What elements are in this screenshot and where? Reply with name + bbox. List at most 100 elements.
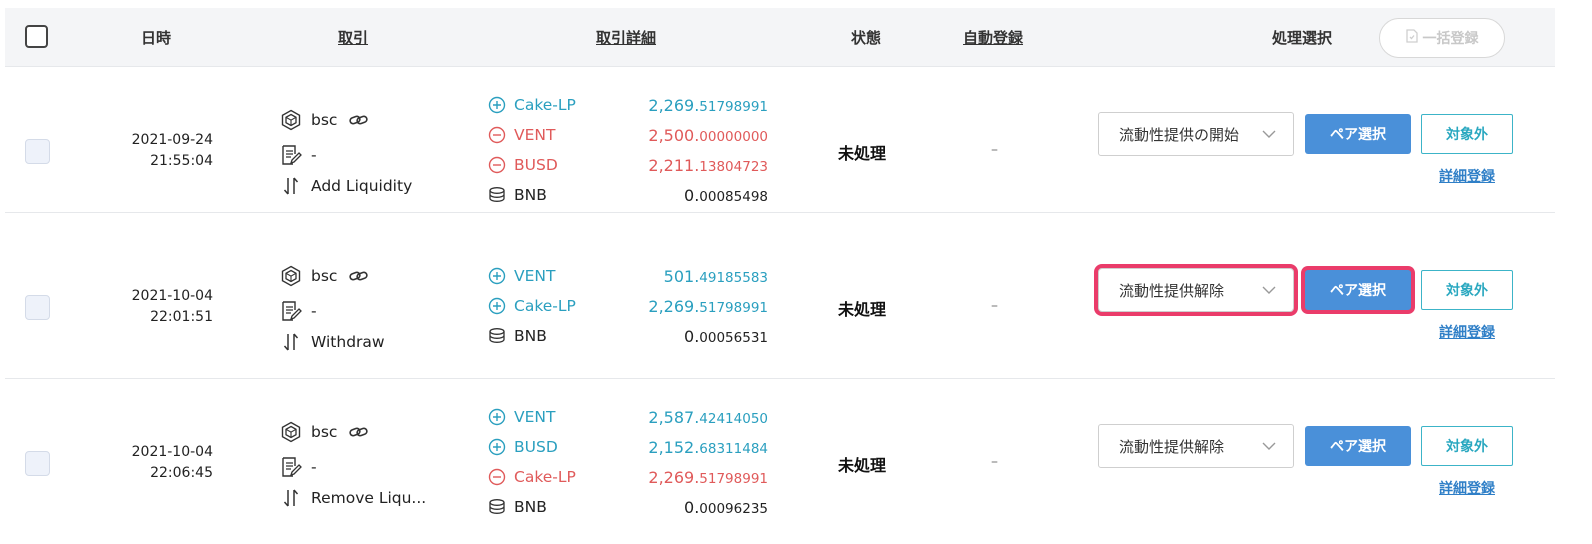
plus-circle-icon <box>488 96 506 114</box>
process-select-dropdown[interactable]: 流動性提供解除 <box>1098 268 1294 312</box>
row-checkbox[interactable] <box>25 139 50 164</box>
detail-amount: 2,269.51798991 <box>648 467 768 487</box>
detail-amount: 501.49185583 <box>663 266 768 286</box>
tx-memo-line: - <box>280 299 317 323</box>
detail-token: Cake-LP <box>514 468 576 486</box>
exclude-button[interactable]: 対象外 <box>1421 270 1513 310</box>
detail-line: Cake-LP 2,269.51798991 <box>488 93 768 117</box>
auto-register-value: – <box>991 142 998 158</box>
coins-stack-icon <box>488 498 506 516</box>
exclude-button[interactable]: 対象外 <box>1421 114 1513 154</box>
row-date: 2021-10-04 <box>131 288 213 304</box>
coins-stack-icon <box>488 327 506 345</box>
header-transaction-sort[interactable]: 取引 <box>338 27 368 48</box>
minus-circle-icon <box>488 126 506 144</box>
detail-amount: 2,500.00000000 <box>648 125 768 145</box>
hexagon-chain-icon <box>280 265 302 287</box>
detail-register-link[interactable]: 詳細登録 <box>1439 478 1495 498</box>
table-header: 日時 取引 取引詳細 状態 自動登録 処理選択 一括登録 <box>5 8 1555 67</box>
pair-select-button[interactable]: ペア選択 <box>1305 114 1411 154</box>
memo-edit-icon <box>280 300 302 322</box>
table-row: 2021-10-04 22:06:45 bsc - Remove Liqu... <box>5 379 1555 524</box>
detail-amount: 0.00085498 <box>684 185 768 205</box>
tx-chain-line: bsc <box>280 108 369 132</box>
detail-amount: 2,587.42414050 <box>648 407 768 427</box>
row-date: 2021-09-24 <box>131 132 213 148</box>
plus-circle-icon <box>488 297 506 315</box>
detail-line: BNB 0.00096235 <box>488 495 768 519</box>
process-select-value: 流動性提供の開始 <box>1119 125 1240 144</box>
document-icon <box>1405 29 1418 47</box>
detail-line: BNB 0.00085498 <box>488 183 768 207</box>
detail-line: BNB 0.00056531 <box>488 324 768 348</box>
minus-circle-icon <box>488 156 506 174</box>
detail-token: Cake-LP <box>514 297 576 315</box>
tx-action-line: Add Liquidity <box>280 174 412 198</box>
tx-memo: - <box>311 146 317 164</box>
tx-action-line: Remove Liqu... <box>280 486 426 510</box>
process-select-value: 流動性提供解除 <box>1119 437 1225 456</box>
detail-register-link[interactable]: 詳細登録 <box>1439 322 1495 342</box>
table-row: 2021-10-04 22:01:51 bsc - Withdraw VENT … <box>5 233 1555 379</box>
tx-action: Withdraw <box>311 333 385 351</box>
auto-register-value: – <box>991 454 998 470</box>
detail-amount: 2,211.13804723 <box>648 155 768 175</box>
swap-arrows-icon <box>280 175 302 197</box>
detail-amount: 2,269.51798991 <box>648 296 768 316</box>
pair-select-button[interactable]: ペア選択 <box>1305 270 1411 310</box>
detail-register-link[interactable]: 詳細登録 <box>1439 166 1495 186</box>
tx-chain-line: bsc <box>280 420 369 444</box>
auto-register-value: – <box>991 298 998 314</box>
detail-token: VENT <box>514 126 556 144</box>
tx-chain-name: bsc <box>311 423 338 441</box>
plus-circle-icon <box>488 438 506 456</box>
process-select-dropdown[interactable]: 流動性提供解除 <box>1098 424 1294 468</box>
tx-action-line: Withdraw <box>280 330 385 354</box>
hexagon-chain-icon <box>280 109 302 131</box>
bulk-register-button[interactable]: 一括登録 <box>1379 18 1505 58</box>
link-icon[interactable] <box>349 113 369 127</box>
table-row: 2021-09-24 21:55:04 bsc - Add Liquidity <box>5 67 1555 213</box>
row-time: 22:01:51 <box>150 309 213 325</box>
exclude-button[interactable]: 対象外 <box>1421 426 1513 466</box>
plus-circle-icon <box>488 408 506 426</box>
row-time: 21:55:04 <box>150 153 213 169</box>
process-select-dropdown[interactable]: 流動性提供の開始 <box>1098 112 1294 156</box>
header-transaction-detail-sort[interactable]: 取引詳細 <box>596 27 656 48</box>
status-label: 未処理 <box>838 144 887 163</box>
link-icon[interactable] <box>349 269 369 283</box>
tx-action: Add Liquidity <box>311 177 413 195</box>
detail-line: VENT 2,500.00000000 <box>488 123 768 147</box>
pair-select-button[interactable]: ペア選択 <box>1305 426 1411 466</box>
detail-line: BUSD 2,152.68311484 <box>488 435 768 459</box>
chevron-down-icon <box>1261 126 1277 146</box>
status-label: 未処理 <box>838 300 887 319</box>
row-datetime: 2021-10-04 22:06:45 <box>101 442 213 484</box>
detail-line: Cake-LP 2,269.51798991 <box>488 465 768 489</box>
plus-circle-icon <box>488 267 506 285</box>
row-checkbox[interactable] <box>25 295 50 320</box>
tx-chain-name: bsc <box>311 267 338 285</box>
header-auto-register-sort[interactable]: 自動登録 <box>963 27 1023 48</box>
detail-line: VENT 501.49185583 <box>488 264 768 288</box>
detail-amount: 2,269.51798991 <box>648 95 768 115</box>
select-all-checkbox[interactable] <box>25 25 48 48</box>
row-datetime: 2021-10-04 22:01:51 <box>101 286 213 328</box>
process-select-value: 流動性提供解除 <box>1119 281 1225 300</box>
tx-memo-line: - <box>280 455 317 479</box>
status-label: 未処理 <box>838 456 887 475</box>
memo-edit-icon <box>280 144 302 166</box>
link-icon[interactable] <box>349 425 369 439</box>
tx-memo: - <box>311 302 317 320</box>
header-datetime: 日時 <box>141 29 172 47</box>
detail-line: VENT 2,587.42414050 <box>488 405 768 429</box>
swap-arrows-icon <box>280 487 302 509</box>
header-process-select: 処理選択 <box>1272 29 1333 47</box>
row-checkbox[interactable] <box>25 451 50 476</box>
detail-token: BUSD <box>514 156 558 174</box>
tx-memo-line: - <box>280 143 317 167</box>
detail-line: BUSD 2,211.13804723 <box>488 153 768 177</box>
row-datetime: 2021-09-24 21:55:04 <box>101 130 213 172</box>
detail-token: BNB <box>514 498 547 516</box>
detail-line: Cake-LP 2,269.51798991 <box>488 294 768 318</box>
